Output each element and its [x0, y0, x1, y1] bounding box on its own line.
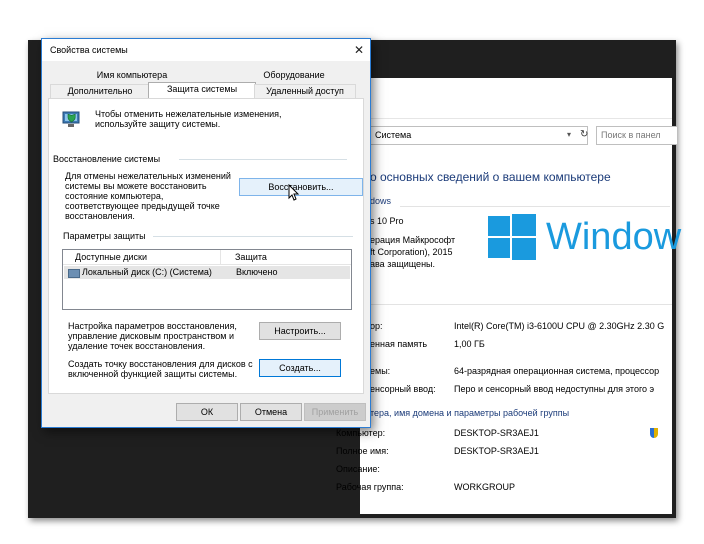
edition-line: ерация Майкрософт	[370, 235, 456, 245]
shield-icon	[650, 428, 658, 438]
network-label: Описание:	[336, 464, 380, 474]
system-label: енсорный ввод:	[370, 384, 436, 394]
drives-list[interactable]: Доступные диски Защита Локальный диск (C…	[62, 249, 352, 310]
system-value: 64-разрядная операционная система, проце…	[454, 366, 660, 376]
page-title: о основных сведений о вашем компьютере	[370, 170, 611, 184]
divider	[400, 206, 670, 207]
drive-status: Включено	[236, 267, 278, 277]
network-label: Рабочая группа:	[336, 482, 404, 492]
search-input[interactable]: Поиск в панел	[596, 126, 678, 145]
network-value: WORKGROUP	[454, 482, 516, 492]
drive-name: Локальный диск (C:) (Система)	[82, 267, 212, 277]
network-section-label: тера, имя домена и параметры рабочей гру…	[370, 408, 570, 418]
system-value: Перо и сенсорный ввод недоступны для это…	[454, 384, 655, 394]
create-button[interactable]: Создать...	[259, 359, 341, 377]
divider	[179, 159, 347, 160]
create-description: Создать точку восстановления для дисков …	[68, 359, 253, 379]
tab-advanced[interactable]: Дополнительно	[50, 84, 150, 98]
protection-group-title: Параметры защиты	[63, 231, 146, 241]
windows-logo-icon	[488, 214, 536, 260]
tab-computer-name[interactable]: Имя компьютера	[82, 69, 182, 82]
system-value: Intel(R) Core(TM) i3-6100U CPU @ 2.30GHz…	[454, 321, 665, 331]
tab-remote[interactable]: Удаленный доступ	[254, 84, 356, 98]
tab-system-protection[interactable]: Защита системы	[148, 82, 256, 99]
restore-group-title: Восстановление системы	[53, 154, 161, 164]
close-icon[interactable]: ✕	[354, 43, 364, 57]
system-label: ор:	[370, 321, 383, 331]
cancel-button[interactable]: Отмена	[240, 403, 302, 421]
restore-description: Для отмены нежелательных изменений систе…	[65, 171, 231, 221]
divider	[153, 236, 353, 237]
windows-wordmark: Window	[546, 216, 682, 258]
dialog-titlebar[interactable]: Свойства системы ✕	[42, 39, 370, 61]
ok-button[interactable]: ОК	[176, 403, 238, 421]
edition-line: s 10 Pro	[370, 216, 404, 226]
network-label: Компьютер:	[336, 428, 386, 438]
edition-line: ава защищены.	[370, 259, 436, 269]
system-label: емы:	[370, 366, 391, 376]
column-header-drives[interactable]: Доступные диски	[75, 252, 147, 262]
restore-button[interactable]: Восстановить...	[239, 178, 363, 196]
column-header-protection[interactable]: Защита	[235, 252, 267, 262]
drive-icon	[68, 269, 80, 278]
column-separator[interactable]	[220, 250, 221, 264]
list-header: Доступные диски Защита	[63, 250, 351, 265]
window-header-area	[360, 78, 672, 119]
system-properties-dialog: Свойства системы ✕ Имя компьютера Оборуд…	[41, 38, 371, 428]
list-item[interactable]: Локальный диск (C:) (Система) Включено	[64, 266, 350, 279]
divider	[360, 304, 672, 305]
mouse-cursor-icon	[288, 184, 300, 201]
search-placeholder: Поиск в панел	[601, 130, 661, 140]
tab-hardware[interactable]: Оборудование	[244, 69, 344, 82]
address-bar[interactable]: › Система ▾ ↻	[366, 126, 588, 145]
network-value: DESKTOP-SR3AEJ1	[454, 446, 539, 456]
windows-edition-label: dows	[370, 196, 392, 206]
intro-text: Чтобы отменить нежелательные изменения, …	[95, 109, 282, 129]
computer-shield-icon	[62, 111, 80, 127]
network-value: DESKTOP-SR3AEJ1	[454, 428, 539, 438]
system-label: енная память	[370, 339, 428, 349]
edition-line: ft Corporation), 2015	[370, 247, 453, 257]
dialog-title: Свойства системы	[50, 45, 128, 55]
chevron-down-icon[interactable]: ▾	[567, 130, 571, 139]
apply-button[interactable]: Применить	[304, 403, 366, 421]
system-value: 1,00 ГБ	[454, 339, 485, 349]
refresh-icon[interactable]: ↻	[580, 129, 588, 140]
configure-button[interactable]: Настроить...	[259, 322, 341, 340]
breadcrumb-system[interactable]: Система	[375, 130, 411, 140]
configure-description: Настройка параметров восстановления, упр…	[68, 321, 237, 351]
system-control-panel-window: › Система ▾ ↻ Поиск в панел о основных с…	[336, 78, 681, 514]
network-label: Полное имя:	[336, 446, 389, 456]
